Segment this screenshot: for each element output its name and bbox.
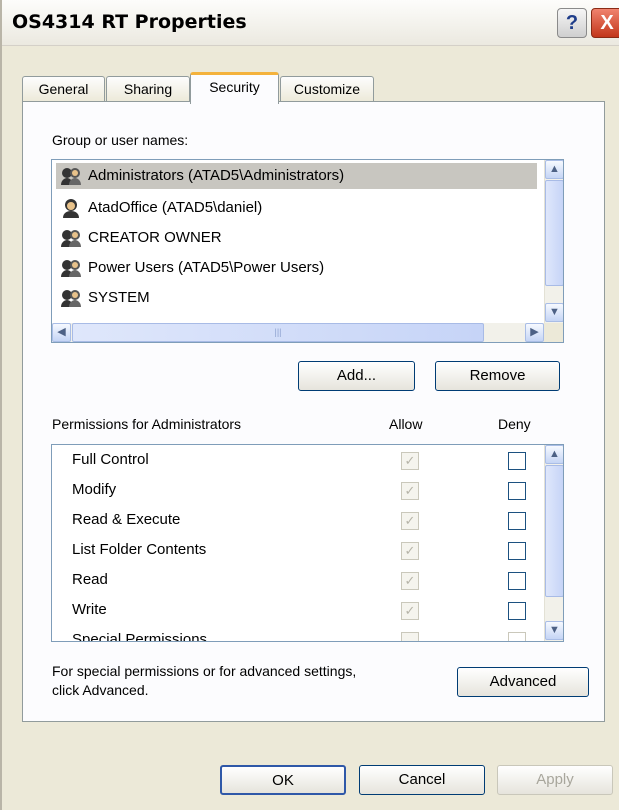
user-list[interactable]: Administrators (ATAD5\Administrators) At… — [51, 159, 564, 343]
permission-name: Modify — [72, 481, 117, 498]
allow-checkbox[interactable]: ✓ — [401, 452, 419, 470]
advanced-hint-line-1: For special permissions or for advanced … — [52, 663, 357, 679]
tab-customize[interactable]: Customize — [280, 76, 374, 102]
ok-button[interactable]: OK — [220, 765, 346, 795]
scroll-up-button[interactable]: ▲ — [545, 160, 563, 179]
list-item[interactable]: Administrators (ATAD5\Administrators) — [56, 163, 537, 189]
permission-row: Modify ✓ — [72, 477, 542, 507]
allow-checkbox[interactable]: ✓ — [401, 542, 419, 560]
permission-name: Special Permissions — [72, 631, 208, 642]
deny-checkbox[interactable] — [508, 512, 526, 530]
scroll-down-button[interactable]: ▼ — [545, 621, 563, 640]
user-group-icon — [61, 168, 81, 186]
user-name: AtadOffice (ATAD5\daniel) — [88, 199, 263, 216]
deny-checkbox[interactable] — [508, 482, 526, 500]
properties-dialog: OS4314 RT Properties ? X General Sharing… — [0, 0, 619, 810]
list-item[interactable]: CREATOR OWNER — [60, 225, 222, 251]
scroll-thumb[interactable] — [545, 180, 563, 286]
advanced-button[interactable]: Advanced — [457, 667, 589, 697]
permission-row: List Folder Contents ✓ — [72, 537, 542, 567]
permissions-list[interactable]: Full Control ✓ Modify ✓ Read & Execute ✓… — [51, 444, 564, 642]
deny-column-header: Deny — [498, 416, 531, 432]
permissions-label: Permissions for Administrators — [52, 416, 242, 432]
close-button[interactable]: X — [591, 8, 619, 38]
permission-row: Special Permissions — [72, 627, 542, 642]
scroll-left-button[interactable]: ◀ — [52, 323, 71, 342]
permission-name: Read & Execute — [72, 511, 181, 528]
help-button[interactable]: ? — [557, 8, 587, 38]
cancel-button[interactable]: Cancel — [359, 765, 485, 795]
apply-button[interactable]: Apply — [497, 765, 613, 795]
user-group-icon — [61, 290, 81, 308]
list-item[interactable]: SYSTEM — [60, 285, 150, 311]
deny-checkbox[interactable] — [508, 542, 526, 560]
group-or-user-names-label: Group or user names: — [52, 132, 189, 148]
tab-sharing[interactable]: Sharing — [106, 76, 190, 102]
user-list-vertical-scrollbar[interactable]: ▲ ▼ — [544, 160, 563, 323]
permission-name: Read — [72, 571, 108, 588]
advanced-hint-line-2: click Advanced. — [52, 682, 149, 698]
list-item[interactable]: Power Users (ATAD5\Power Users) — [60, 255, 324, 281]
list-item[interactable]: AtadOffice (ATAD5\daniel) — [60, 195, 262, 221]
scroll-thumb[interactable] — [545, 465, 563, 597]
allow-checkbox[interactable] — [401, 632, 419, 641]
permission-row: Full Control ✓ — [72, 447, 542, 477]
tab-general[interactable]: General — [22, 76, 105, 102]
remove-button[interactable]: Remove — [435, 361, 560, 391]
user-name: Power Users (ATAD5\Power Users) — [88, 259, 325, 276]
title-bar[interactable]: OS4314 RT Properties ? X — [2, 0, 619, 46]
deny-checkbox[interactable] — [508, 572, 526, 590]
user-icon — [63, 199, 79, 219]
permission-name: Full Control — [72, 451, 149, 468]
permission-row: Read & Execute ✓ — [72, 507, 542, 537]
scroll-thumb[interactable]: ||| — [72, 323, 484, 342]
scroll-corner — [544, 323, 563, 342]
allow-checkbox[interactable]: ✓ — [401, 512, 419, 530]
permissions-vertical-scrollbar[interactable]: ▲ ▼ — [544, 445, 563, 641]
allow-checkbox[interactable]: ✓ — [401, 602, 419, 620]
security-tab-panel: Group or user names: Administrators (ATA… — [22, 101, 605, 722]
user-name: SYSTEM — [88, 289, 150, 306]
permission-name: Write — [72, 601, 107, 618]
permission-name: List Folder Contents — [72, 541, 207, 558]
user-group-icon — [61, 230, 81, 248]
user-name: CREATOR OWNER — [88, 229, 222, 246]
window-title: OS4314 RT Properties — [12, 11, 247, 33]
tab-security[interactable]: Security — [190, 72, 279, 104]
scroll-down-button[interactable]: ▼ — [545, 303, 563, 322]
permission-row: Read ✓ — [72, 567, 542, 597]
add-button[interactable]: Add... — [298, 361, 415, 391]
deny-checkbox[interactable] — [508, 602, 526, 620]
permission-row: Write ✓ — [72, 597, 542, 627]
allow-checkbox[interactable]: ✓ — [401, 482, 419, 500]
user-name: Administrators (ATAD5\Administrators) — [88, 167, 345, 184]
scroll-up-button[interactable]: ▲ — [545, 445, 563, 464]
allow-checkbox[interactable]: ✓ — [401, 572, 419, 590]
deny-checkbox[interactable] — [508, 632, 526, 641]
scroll-right-button[interactable]: ▶ — [525, 323, 544, 342]
user-list-horizontal-scrollbar[interactable]: ◀ ||| ▶ — [52, 323, 545, 342]
allow-column-header: Allow — [389, 416, 423, 432]
deny-checkbox[interactable] — [508, 452, 526, 470]
user-group-icon — [61, 260, 81, 278]
